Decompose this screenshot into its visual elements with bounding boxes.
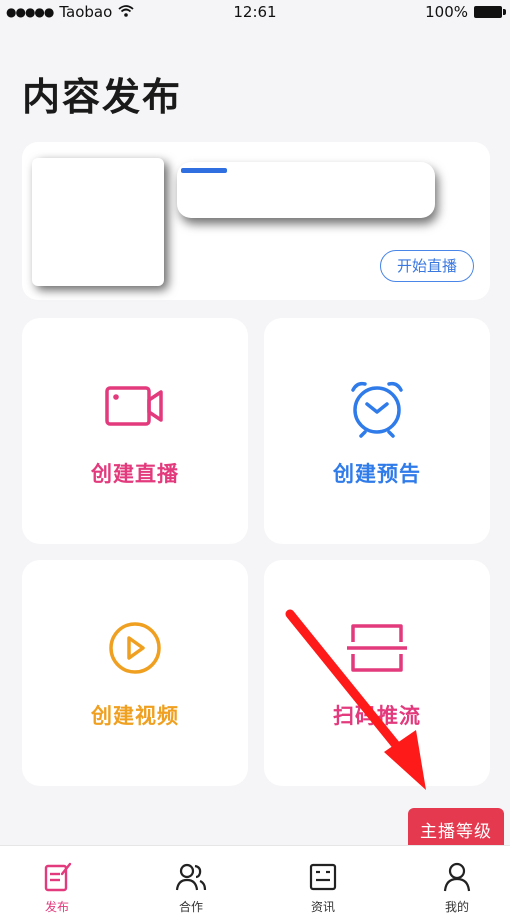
tab-cooperation-label: 合作 [178,900,203,914]
video-camera-icon [103,378,167,434]
edit-note-icon [40,860,74,894]
battery-icon [474,6,506,18]
users-icon [174,860,208,894]
scan-stream-label: 扫码推流 [333,704,421,728]
tab-news-label: 资讯 [310,900,335,914]
play-circle-icon [103,620,167,676]
battery-percent: 100% [425,3,468,21]
alarm-clock-icon [345,378,409,438]
start-live-button[interactable]: 开始直播 [379,250,474,282]
news-icon [306,860,340,894]
tab-publish[interactable]: 发布 [12,860,102,915]
page-title: 内容发布 [22,75,183,119]
create-preview-tile[interactable]: 创建预告 [264,318,490,544]
battery-group: 100% [425,3,506,21]
tab-publish-label: 发布 [44,900,69,914]
create-video-label: 创建视频 [91,704,179,728]
tab-bar: 发布 合作 资讯 我的 [0,845,510,922]
tab-mine-label: 我的 [444,900,469,914]
scan-stream-tile[interactable]: 扫码推流 [264,560,490,786]
status-bar: ●●●●● Taobao 12:61 100% [0,0,510,24]
person-icon [440,860,474,894]
tab-news[interactable]: 资讯 [278,860,368,915]
create-live-tile[interactable]: 创建直播 [22,318,248,544]
create-live-label: 创建直播 [91,462,179,486]
create-preview-label: 创建预告 [333,462,421,486]
live-thumbnail [32,158,164,286]
create-video-tile[interactable]: 创建视频 [22,560,248,786]
tab-mine[interactable]: 我的 [412,860,502,915]
account-name-redacted [177,162,435,218]
live-card[interactable]: 开始直播 [22,142,490,300]
tab-cooperation[interactable]: 合作 [146,860,236,915]
scan-frame-icon [345,620,409,676]
